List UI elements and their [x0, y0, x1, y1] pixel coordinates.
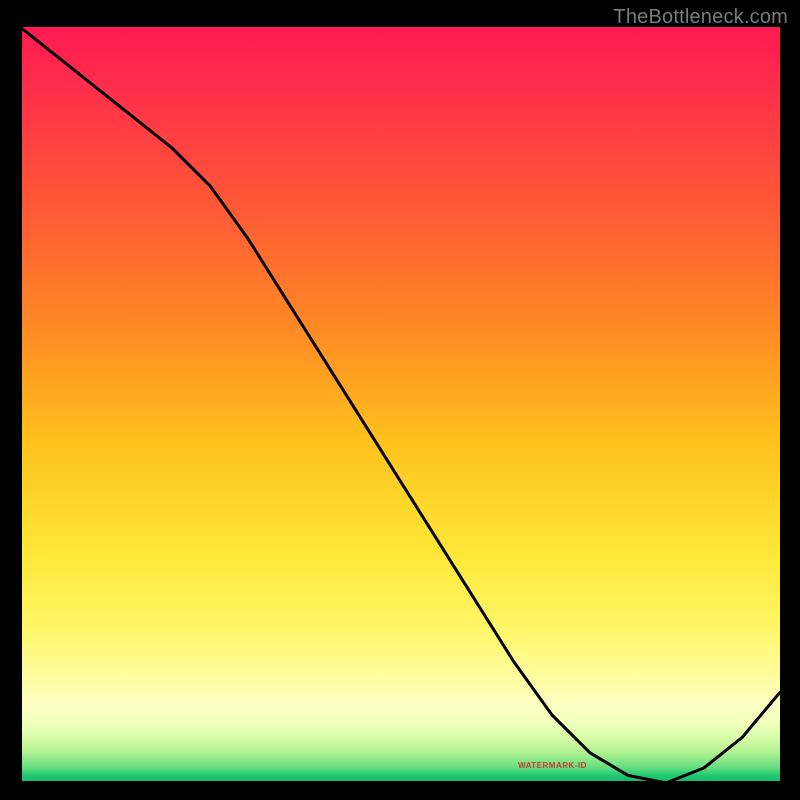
curve-line	[20, 27, 780, 783]
plot-inner: WATERMARK-ID	[20, 27, 780, 783]
chart-frame: TheBottleneck.com WATERMARK-ID	[0, 0, 800, 800]
inner-watermark: WATERMARK-ID	[518, 761, 587, 770]
plot-area: WATERMARK-ID	[20, 27, 780, 783]
bottleneck-curve	[20, 27, 780, 783]
watermark-text: TheBottleneck.com	[613, 6, 788, 29]
